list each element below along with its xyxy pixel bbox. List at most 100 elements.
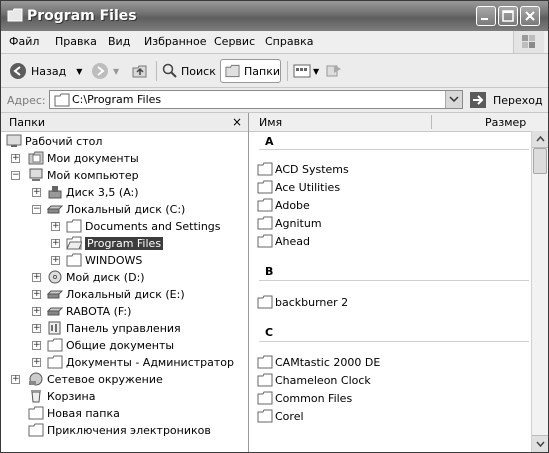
expand-icon[interactable]: +	[32, 188, 41, 197]
menu-help[interactable]: Справка	[265, 35, 313, 48]
scroll-thumb[interactable]	[533, 148, 547, 174]
folder-icon	[257, 234, 273, 248]
folders-button[interactable]: Папки	[220, 59, 281, 83]
chevron-down-icon	[536, 441, 545, 448]
floppy-drive-icon	[48, 186, 62, 199]
address-label: Адрес:	[7, 94, 46, 107]
menu-view[interactable]: Вид	[108, 35, 130, 48]
close-icon[interactable]: ×	[232, 115, 242, 129]
vertical-scrollbar[interactable]	[531, 131, 548, 452]
tree-item-label: Документы - Администратор	[66, 355, 235, 369]
expand-icon[interactable]: +	[51, 239, 60, 248]
list-item[interactable]: Ahead	[257, 233, 310, 249]
title-bar[interactable]: Program Files	[1, 1, 548, 31]
expand-icon[interactable]: +	[32, 307, 41, 316]
expand-icon[interactable]: +	[11, 154, 20, 163]
go-button[interactable]: Переход	[469, 91, 543, 109]
tree-item-adventures[interactable]: Приключения электроников	[28, 422, 211, 438]
expand-icon[interactable]: +	[32, 358, 41, 367]
tree-item-rabota-f[interactable]: RABOTA (F:)	[47, 303, 131, 319]
list-item[interactable]: Corel	[257, 408, 304, 424]
menu-tools[interactable]: Сервис	[214, 35, 255, 48]
menu-edit[interactable]: Правка	[55, 35, 97, 48]
item-name: backburner 2	[275, 295, 349, 309]
folder-icon	[54, 93, 70, 107]
tree-item-program-files[interactable]: Program Files	[66, 235, 164, 251]
tree-item-new-folder[interactable]: Новая папка	[28, 405, 120, 421]
forward-button[interactable]: ▼	[91, 59, 119, 83]
tree-item-my-documents[interactable]: Мои документы	[28, 150, 139, 166]
tree-item-label: Мой компьютер	[47, 168, 139, 182]
tree-item-control-panel[interactable]: Панель управления	[47, 320, 181, 336]
tree-item-label: Рабочий стол	[25, 134, 103, 148]
tree-item-label: Общие документы	[66, 338, 175, 352]
minimize-button[interactable]	[476, 6, 496, 26]
folder-icon	[257, 295, 273, 309]
up-folder-button[interactable]	[131, 59, 149, 83]
list-item[interactable]: Chameleon Clock	[257, 372, 371, 388]
go-label: Переход	[493, 93, 543, 107]
column-name[interactable]: Имя	[259, 116, 282, 129]
list-item[interactable]: CAMtastic 2000 DE	[257, 354, 380, 370]
file-list-pane: Имя Размер A ACD Systems Ace Utilities A…	[249, 113, 548, 452]
explorer-window: Program Files Файл Правка Вид Избранное …	[0, 0, 549, 453]
menu-favorites[interactable]: Избранное	[144, 35, 206, 48]
item-name: Ahead	[275, 234, 310, 248]
forward-arrow-icon	[92, 63, 108, 79]
tree-item-recycle-bin[interactable]: Корзина	[28, 388, 95, 404]
views-button[interactable]: ▼	[293, 59, 319, 83]
tree-item-floppy-a[interactable]: Диск 3,5 (A:)	[47, 184, 139, 200]
group-header: B	[265, 265, 274, 278]
tree-item-windows[interactable]: WINDOWS	[66, 252, 142, 268]
tree-item-local-disk-e[interactable]: Локальный диск (E:)	[47, 286, 185, 302]
collapse-icon[interactable]: −	[11, 171, 20, 180]
back-button[interactable]: Назад ▼	[9, 59, 82, 83]
search-button[interactable]: Поиск	[162, 59, 216, 83]
menu-file[interactable]: Файл	[9, 35, 39, 48]
expand-icon[interactable]: +	[32, 273, 41, 282]
list-item[interactable]: backburner 2	[257, 294, 348, 310]
tree-item-admin-documents[interactable]: Документы - Администратор	[47, 354, 234, 370]
scroll-down-button[interactable]	[532, 435, 548, 452]
maximize-button[interactable]	[498, 6, 518, 26]
chevron-down-icon[interactable]: ▼	[76, 67, 82, 76]
scroll-up-button[interactable]	[532, 131, 548, 148]
address-input[interactable]: C:\Program Files	[49, 90, 463, 109]
up-folder-icon	[132, 65, 147, 78]
expand-icon[interactable]: +	[32, 324, 41, 333]
address-dropdown-button[interactable]	[445, 91, 462, 108]
collapse-icon[interactable]: −	[32, 205, 41, 214]
tree-item-my-disk-d[interactable]: Мой диск (D:)	[47, 269, 145, 285]
sync-icon	[326, 65, 341, 77]
expand-icon[interactable]: +	[32, 290, 41, 299]
desktop-icon	[6, 134, 22, 147]
column-size[interactable]: Размер	[485, 116, 526, 129]
tree-item-documents-and-settings[interactable]: Documents and Settings	[66, 218, 221, 234]
chevron-down-icon[interactable]: ▼	[113, 67, 119, 76]
network-icon	[29, 372, 43, 386]
recycle-bin-icon	[31, 390, 41, 403]
expand-icon[interactable]: +	[51, 256, 60, 265]
expand-icon[interactable]: +	[32, 341, 41, 350]
tree-item-local-disk-c[interactable]: Локальный диск (C:)	[47, 201, 185, 217]
list-item[interactable]: Common Files	[257, 390, 352, 406]
expand-icon[interactable]: +	[51, 222, 60, 231]
close-button[interactable]	[520, 6, 540, 26]
chevron-down-icon[interactable]: ▼	[313, 67, 319, 76]
folders-pane: Папки × Рабочий стол + Мои документы − М…	[1, 113, 249, 452]
tree-item-desktop[interactable]: Рабочий стол	[6, 133, 102, 149]
list-item[interactable]: ACD Systems	[257, 161, 349, 177]
list-item[interactable]: Adobe	[257, 197, 310, 213]
chevron-up-icon	[536, 135, 545, 142]
tree-item-my-computer[interactable]: Мой компьютер	[28, 167, 139, 183]
tree-item-label: Documents and Settings	[85, 219, 221, 233]
folder-icon	[28, 423, 44, 437]
list-item[interactable]: Agnitum	[257, 215, 322, 231]
hard-drive-icon	[47, 205, 63, 214]
tree-item-shared-documents[interactable]: Общие документы	[47, 337, 174, 353]
sync-button[interactable]	[325, 59, 343, 83]
tree-item-network[interactable]: Сетевое окружение	[28, 371, 163, 387]
expand-icon[interactable]: +	[11, 375, 20, 384]
folder-icon	[66, 253, 82, 267]
list-item[interactable]: Ace Utilities	[257, 179, 340, 195]
